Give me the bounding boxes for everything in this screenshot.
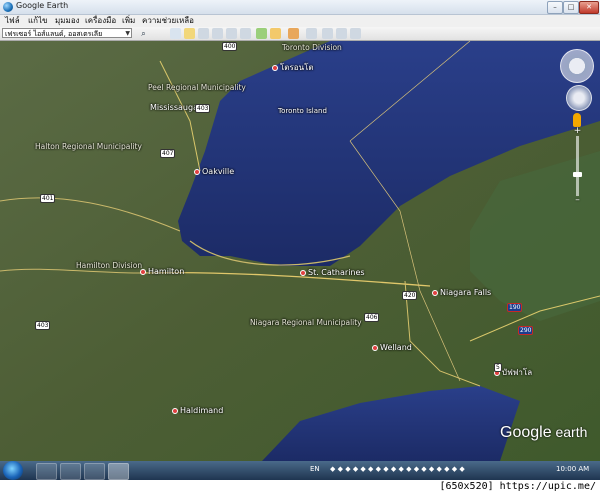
google-earth-app-icon	[3, 2, 13, 12]
menu-bar: ไฟล์ แก้ไข มุมมอง เครื่องมือ เพิ่ม ความช…	[0, 15, 600, 27]
highway-shield: 420	[402, 291, 418, 300]
search-icon[interactable]: ⌕	[137, 28, 150, 39]
sidebar-toggle-icon[interactable]	[170, 28, 181, 39]
taskbar-media-icon[interactable]	[60, 463, 81, 480]
planets-icon[interactable]	[288, 28, 299, 39]
email-icon[interactable]	[322, 28, 333, 39]
street-view-pegman-icon[interactable]	[573, 113, 581, 127]
image-overlay-icon[interactable]	[226, 28, 237, 39]
chevron-down-icon[interactable]: ▼	[125, 29, 130, 37]
highway-shield: 401	[40, 194, 56, 203]
map-label-niagara-falls[interactable]: Niagara Falls	[432, 288, 491, 297]
map-label-toronto[interactable]: โตรอนโต	[272, 61, 314, 74]
map-label-hamilton[interactable]: Hamilton	[140, 267, 184, 276]
menu-add[interactable]: เพิ่ม	[122, 15, 135, 27]
highway-shield: 403	[195, 104, 211, 113]
zoom-slider-track[interactable]	[576, 136, 579, 196]
map-label-oakville[interactable]: Oakville	[194, 167, 234, 176]
earth-3d-view[interactable]: Toronto Division โตรอนโต Peel Regional M…	[0, 41, 600, 461]
map-label-welland[interactable]: Welland	[372, 343, 412, 352]
menu-help[interactable]: ความช่วยเหลือ	[142, 15, 194, 27]
maps-icon[interactable]	[350, 28, 361, 39]
taskbar-google-earth-icon[interactable]	[108, 463, 129, 480]
search-input[interactable]: เฟรเซอร์ ไอส์แลนด์, ออสเตรเลีย ▼	[2, 28, 132, 38]
windows-taskbar: EN ◆ ◆ ◆ ◆ ◆ ◆ ◆ ◆ ◆ ◆ ◆ ◆ ◆ ◆ ◆ ◆ ◆ ◆ 1…	[0, 461, 600, 480]
map-label-toronto-island[interactable]: Toronto Island	[278, 107, 327, 115]
image-caption: [650x520] https://upic.me/	[439, 481, 596, 492]
map-label-hamilton-division[interactable]: Hamilton Division	[76, 261, 142, 270]
path-icon[interactable]	[212, 28, 223, 39]
zoom-out-icon[interactable]: –	[572, 196, 583, 205]
highway-shield: 403	[35, 321, 51, 330]
taskbar-explorer-icon[interactable]	[36, 463, 57, 480]
language-indicator[interactable]: EN	[310, 465, 320, 473]
map-label-st-catharines[interactable]: St. Catharines	[300, 268, 365, 277]
map-label-niagara-regional[interactable]: Niagara Regional Municipality	[250, 318, 362, 327]
ruler-icon[interactable]	[306, 28, 317, 39]
map-label-halton[interactable]: Halton Regional Municipality	[35, 142, 142, 151]
look-navigation-ring[interactable]	[560, 49, 594, 83]
map-label-peel[interactable]: Peel Regional Municipality	[148, 83, 246, 92]
highway-shield: 406	[364, 313, 380, 322]
map-label-toronto-division[interactable]: Toronto Division	[282, 43, 342, 52]
close-button[interactable]: ✕	[579, 1, 599, 14]
interstate-shield: 190	[507, 303, 523, 312]
highway-shield: 407	[160, 149, 176, 158]
search-value: เฟรเซอร์ ไอส์แลนด์, ออสเตรเลีย	[5, 30, 103, 38]
interstate-shield: 290	[518, 326, 534, 335]
highway-shield: 400	[222, 42, 238, 51]
menu-tools[interactable]: เครื่องมือ	[85, 15, 116, 27]
menu-file[interactable]: ไฟล์	[5, 15, 20, 27]
menu-edit[interactable]: แก้ไข	[28, 15, 48, 27]
toolbar: เฟรเซอร์ ไอส์แลนด์, ออสเตรเลีย ▼ ⌕	[0, 27, 600, 41]
historical-imagery-icon[interactable]	[256, 28, 267, 39]
window-title: Google Earth	[16, 1, 69, 10]
minimize-button[interactable]: –	[547, 1, 563, 14]
highway-shield: 5	[494, 363, 502, 372]
google-earth-watermark-logo: Google earth	[500, 424, 588, 441]
zoom-in-icon[interactable]: +	[572, 127, 583, 136]
sunlight-icon[interactable]	[270, 28, 281, 39]
placemark-icon[interactable]	[184, 28, 195, 39]
tray-icons[interactable]: ◆ ◆ ◆ ◆ ◆ ◆ ◆ ◆ ◆ ◆ ◆ ◆ ◆ ◆ ◆ ◆ ◆ ◆	[330, 465, 465, 473]
maximize-button[interactable]: □	[563, 1, 579, 14]
print-icon[interactable]	[336, 28, 347, 39]
title-bar[interactable]: Google Earth – □ ✕	[0, 0, 600, 15]
record-tour-icon[interactable]	[240, 28, 251, 39]
satellite-imagery	[0, 41, 600, 461]
map-label-haldimand[interactable]: Haldimand	[172, 406, 223, 415]
move-navigation-ring[interactable]	[566, 85, 592, 111]
zoom-slider-knob[interactable]	[573, 172, 582, 177]
map-label-mississauga[interactable]: Mississauga	[150, 103, 198, 112]
taskbar-folder-icon[interactable]	[84, 463, 105, 480]
menu-view[interactable]: มุมมอง	[55, 15, 80, 27]
start-button[interactable]	[3, 461, 23, 480]
system-clock[interactable]: 10:00 AM	[556, 465, 589, 473]
google-earth-window: Google Earth – □ ✕ ไฟล์ แก้ไข มุมมอง เคร…	[0, 0, 600, 480]
polygon-icon[interactable]	[198, 28, 209, 39]
